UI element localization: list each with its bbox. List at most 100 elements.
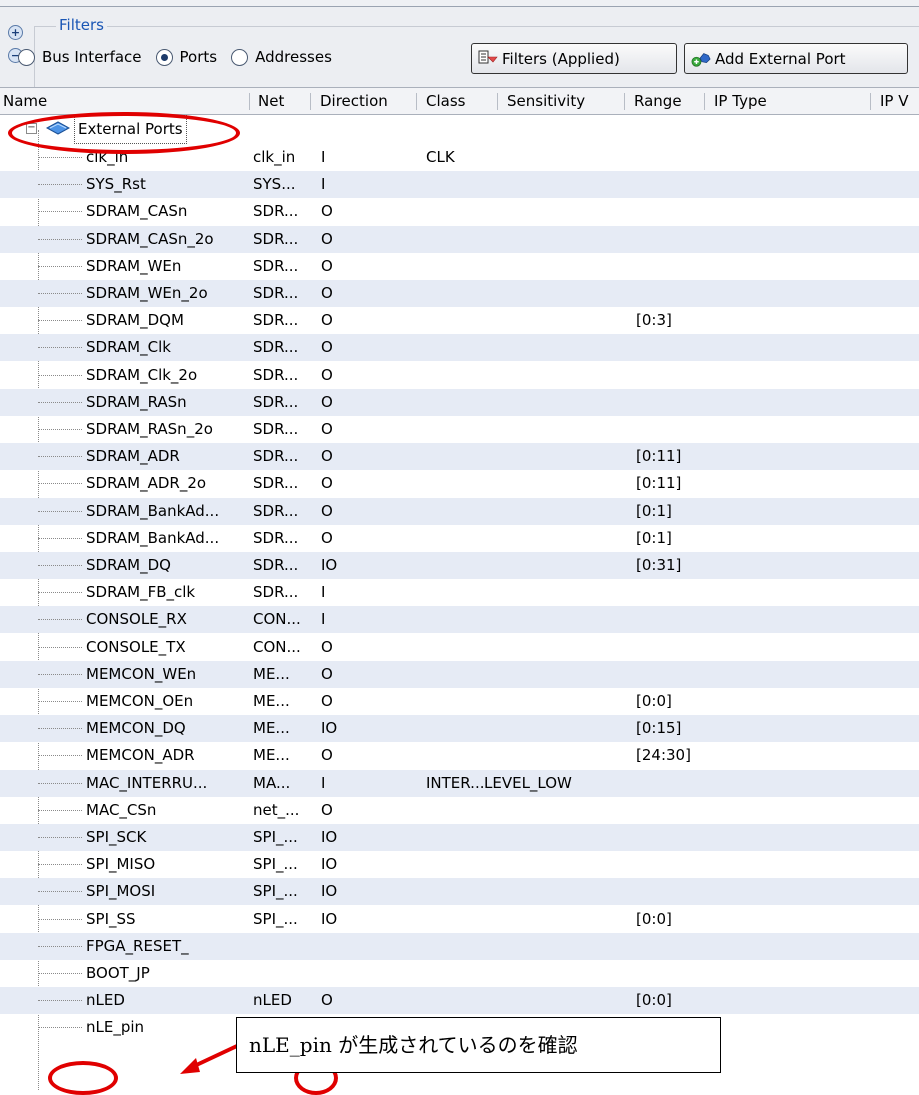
table-row[interactable]: SPI_MISO SPI_... IO [0, 851, 919, 878]
table-row[interactable]: SDRAM_BankAd... SDR... O [0:1] [0, 497, 919, 525]
cell-direction: I [321, 175, 326, 194]
table-row[interactable]: SDRAM_CASn_2o SDR... O [0, 225, 919, 253]
column-header-row: Name Net Direction Class Sensitivity Ran… [0, 87, 919, 115]
table-row[interactable]: MEMCON_DQ ME... IO [0:15] [0, 715, 919, 743]
cell-direction: O [321, 746, 333, 765]
table-row[interactable]: SDRAM_Clk_2o SDR... O [0, 362, 919, 389]
table-row[interactable]: MEMCON_WEn ME... O [0, 660, 919, 688]
cell-net: ME... [253, 664, 290, 683]
table-row[interactable]: MAC_INTERRU... MA... I INTER... LEVEL_LOW [0, 769, 919, 797]
cell-direction: O [321, 664, 333, 683]
cell-direction: O [321, 420, 333, 438]
add-external-port-button[interactable]: Add External Port [684, 43, 908, 74]
column-header-class[interactable]: Class [426, 88, 465, 114]
radio-unchecked-icon[interactable] [231, 48, 249, 66]
table-row[interactable]: SPI_SCK SPI_... IO [0, 824, 919, 851]
cell-name: FPGA_RESET_ [86, 936, 189, 955]
cell-name: SDRAM_WEn_2o [86, 284, 208, 302]
tree-branch-line [38, 347, 82, 349]
cell-net: SDR... [253, 583, 299, 602]
cell-direction: O [321, 991, 333, 1010]
column-header-ip-type[interactable]: IP Type [714, 88, 767, 114]
column-header-direction[interactable]: Direction [320, 88, 388, 114]
filters-applied-button[interactable]: Filters (Applied) [471, 43, 677, 74]
cell-net: MA... [253, 773, 291, 792]
cell-range: [0:11] [636, 474, 682, 493]
column-divider[interactable] [704, 93, 705, 110]
cell-direction: I [321, 148, 326, 166]
table-row[interactable]: SDRAM_ADR_2o SDR... O [0:11] [0, 470, 919, 497]
table-row[interactable]: CONSOLE_TX CON... O [0, 634, 919, 661]
table-row[interactable]: FPGA_RESET_ [0, 932, 919, 960]
column-divider[interactable] [624, 93, 625, 110]
column-divider[interactable] [310, 93, 311, 110]
radio-ports-label: Ports [179, 48, 218, 66]
cell-net: clk_in [253, 148, 296, 166]
tree-branch-line [38, 211, 82, 213]
table-row[interactable]: SDRAM_WEn SDR... O [0, 253, 919, 280]
column-divider[interactable] [249, 93, 250, 110]
cell-direction: O [321, 365, 333, 384]
cell-name: SDRAM_Clk [86, 338, 171, 357]
table-row[interactable]: SDRAM_DQM SDR... O [0:3] [0, 307, 919, 334]
cell-class: CLK [426, 148, 455, 166]
radio-ports[interactable]: Ports [155, 48, 218, 66]
cell-direction: O [321, 447, 333, 466]
cell-direction: O [321, 528, 333, 547]
cell-direction: O [321, 474, 333, 493]
tree-branch-line [38, 701, 82, 702]
cell-net: SYS... [253, 175, 296, 194]
expand-all-icon[interactable]: + [8, 25, 23, 40]
tree-branch-line [38, 673, 82, 675]
table-row[interactable]: nLED nLED O [0:0] [0, 987, 919, 1015]
table-row[interactable]: SDRAM_DQ SDR... IO [0:31] [0, 552, 919, 579]
radio-addresses[interactable]: Addresses [231, 48, 332, 66]
cell-net: nLED [253, 991, 292, 1010]
column-header-name[interactable]: Name [3, 88, 47, 114]
cell-name: SPI_MOSI [86, 882, 156, 901]
cell-name: SDRAM_BankAd... [86, 501, 220, 520]
filters-legend: Filters [56, 16, 107, 34]
table-row[interactable]: SDRAM_FB_clk SDR... I [0, 579, 919, 606]
cell-direction: O [321, 311, 333, 330]
table-row[interactable]: SDRAM_Clk SDR... O [0, 334, 919, 362]
tree-branch-line [38, 565, 82, 566]
column-header-sensitivity[interactable]: Sensitivity [507, 88, 585, 114]
table-row[interactable]: MEMCON_OEn ME... O [0:0] [0, 688, 919, 715]
table-row[interactable]: SDRAM_WEn_2o SDR... O [0, 280, 919, 307]
table-row[interactable]: SYS_Rst SYS... I [0, 171, 919, 199]
cell-net: SPI_... [253, 828, 298, 846]
tree-branch-line [38, 320, 82, 322]
table-row[interactable]: SDRAM_BankAd... SDR... O [0:1] [0, 525, 919, 552]
tree-branch-line [38, 537, 82, 539]
table-row[interactable]: SDRAM_RASn SDR... O [0, 388, 919, 416]
column-divider[interactable] [870, 93, 871, 110]
table-row[interactable]: SDRAM_RASn_2o SDR... O [0, 416, 919, 443]
table-row[interactable]: SDRAM_ADR SDR... O [0:11] [0, 443, 919, 471]
cell-net: ME... [253, 692, 290, 710]
cell-class: INTER... [426, 773, 485, 792]
table-row[interactable]: SPI_MOSI SPI_... IO [0, 878, 919, 906]
column-divider[interactable] [416, 93, 417, 110]
radio-unchecked-icon[interactable] [18, 48, 35, 66]
cell-net: SDR... [253, 447, 299, 466]
cell-net: SPI_... [253, 882, 298, 901]
cell-direction: O [321, 338, 333, 357]
table-row[interactable]: SDRAM_CASn SDR... O [0, 198, 919, 225]
table-row[interactable]: MEMCON_ADR ME... O [24:30] [0, 742, 919, 769]
radio-checked-icon[interactable] [155, 48, 173, 66]
column-header-net[interactable]: Net [258, 88, 284, 114]
cell-name: SDRAM_FB_clk [86, 583, 196, 602]
table-row[interactable]: SPI_SS SPI_... IO [0:0] [0, 906, 919, 933]
cell-name: SDRAM_ADR [86, 447, 180, 466]
table-row[interactable]: CONSOLE_RX CON... I [0, 606, 919, 634]
table-row[interactable]: MAC_CSn net_... O [0, 797, 919, 824]
radio-bus-interface[interactable]: Bus Interface [18, 48, 142, 66]
window-top-edge [0, 0, 919, 7]
table-row[interactable]: BOOT_JP [0, 960, 919, 987]
cell-name: CONSOLE_TX [86, 637, 186, 656]
cell-range: [0:3] [636, 311, 672, 330]
column-header-range[interactable]: Range [634, 88, 682, 114]
column-header-ip-version[interactable]: IP V [880, 88, 909, 114]
column-divider[interactable] [497, 93, 498, 110]
